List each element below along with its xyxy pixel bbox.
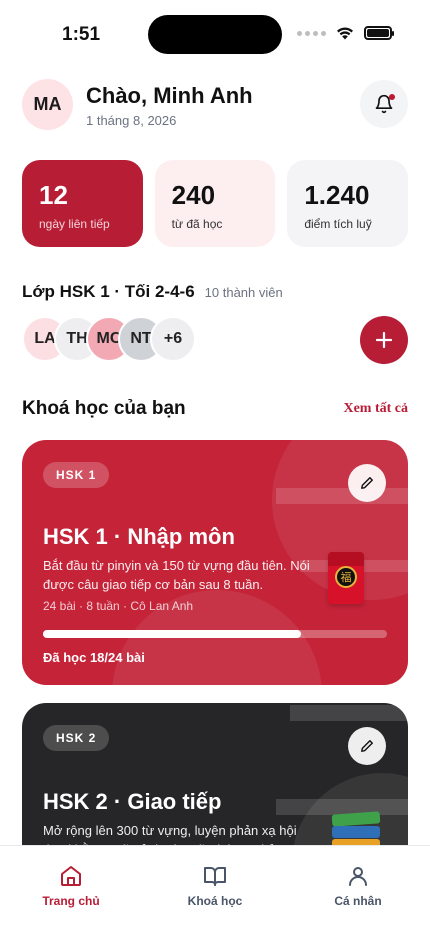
courses-section-header: Khoá học của bạn Xem tất cả xyxy=(22,396,408,422)
course-title: HSK 1 · Nhập môn xyxy=(43,524,235,549)
stat-value: 240 xyxy=(171,180,216,210)
notification-dot xyxy=(389,94,395,100)
stat-label: từ đã học xyxy=(171,217,223,231)
stat-value: 1.240 xyxy=(304,180,370,210)
battery-icon xyxy=(364,26,394,40)
course-title: HSK 2 · Giao tiếp xyxy=(43,789,222,814)
stat-points[interactable]: 1.240 điểm tích luỹ xyxy=(287,160,409,247)
stat-streak[interactable]: 12 ngày liên tiếp xyxy=(22,160,143,247)
dynamic-island xyxy=(148,15,282,54)
class-member-count: 10 thành viên xyxy=(204,285,283,300)
tab-label: Cá nhân xyxy=(334,894,382,908)
decor-band xyxy=(276,488,408,504)
course-meta: 24 bài · 8 tuần · Cô Lan Anh xyxy=(43,599,194,613)
red-envelope-icon: 福 xyxy=(328,552,364,604)
stat-label: ngày liên tiếp xyxy=(39,217,110,231)
seal-glyph: 福 xyxy=(335,566,357,588)
course-card-hsk1[interactable]: HSK 1 HSK 1 · Nhập môn Bắt đầu từ pinyin… xyxy=(22,440,408,685)
tab-home[interactable]: Trang chủ xyxy=(11,864,131,908)
class-title[interactable]: Lớp HSK 1 · Tối 2-4-6 xyxy=(22,282,195,302)
home-icon xyxy=(61,866,81,886)
stat-words[interactable]: 240 từ đã học xyxy=(154,160,276,247)
course-level-badge: HSK 1 xyxy=(43,462,110,488)
stat-label: điểm tích luỹ xyxy=(304,217,372,231)
see-all-link[interactable]: Xem tất cả xyxy=(343,401,408,417)
current-date: 1 tháng 8, 2026 xyxy=(86,113,177,128)
status-bar: 1:51 xyxy=(0,0,430,66)
stats-row: 12 ngày liên tiếp 240 từ đã học 1.240 đi… xyxy=(22,160,409,247)
tab-courses[interactable]: Khoá học xyxy=(155,864,275,908)
course-description: Bắt đầu từ pinyin và 150 từ vựng đầu tiê… xyxy=(43,558,310,592)
status-time: 1:51 xyxy=(62,24,101,45)
course-progress-bar xyxy=(43,630,387,638)
greeting: Chào, Minh Anh xyxy=(86,83,253,108)
bottom-tab-bar: Trang chủ Khoá học Cá nhân xyxy=(0,845,430,935)
status-indicators xyxy=(297,26,394,40)
add-member-button[interactable] xyxy=(360,316,408,364)
tab-label: Trang chủ xyxy=(42,894,100,908)
tab-profile[interactable]: Cá nhân xyxy=(298,864,418,908)
course-level-badge: HSK 2 xyxy=(43,725,110,751)
edit-course-button[interactable] xyxy=(348,464,386,502)
class-members: LA TH MC NT +6 xyxy=(22,316,408,364)
signal-icon xyxy=(297,30,326,36)
stat-value: 12 xyxy=(39,180,68,210)
pencil-icon xyxy=(361,740,373,752)
header: MA Chào, Minh Anh 1 tháng 8, 2026 xyxy=(22,78,408,132)
class-header: Lớp HSK 1 · Tối 2-4-6 10 thành viên xyxy=(22,282,283,302)
notifications-button[interactable] xyxy=(360,80,408,128)
course-progress-text: Đã học 18/24 bài xyxy=(43,650,145,665)
edit-course-button[interactable] xyxy=(348,727,386,765)
tab-label: Khoá học xyxy=(187,894,243,908)
courses-section-title: Khoá học của bạn xyxy=(22,398,186,419)
course-progress-fill xyxy=(43,630,301,638)
person-icon xyxy=(349,867,367,886)
user-avatar[interactable]: MA xyxy=(22,79,73,130)
more-members-badge[interactable]: +6 xyxy=(150,316,196,362)
plus-icon xyxy=(375,331,393,349)
wifi-icon xyxy=(337,27,353,40)
book-icon xyxy=(204,867,226,886)
pencil-icon xyxy=(361,477,373,489)
decor-band xyxy=(290,705,408,721)
